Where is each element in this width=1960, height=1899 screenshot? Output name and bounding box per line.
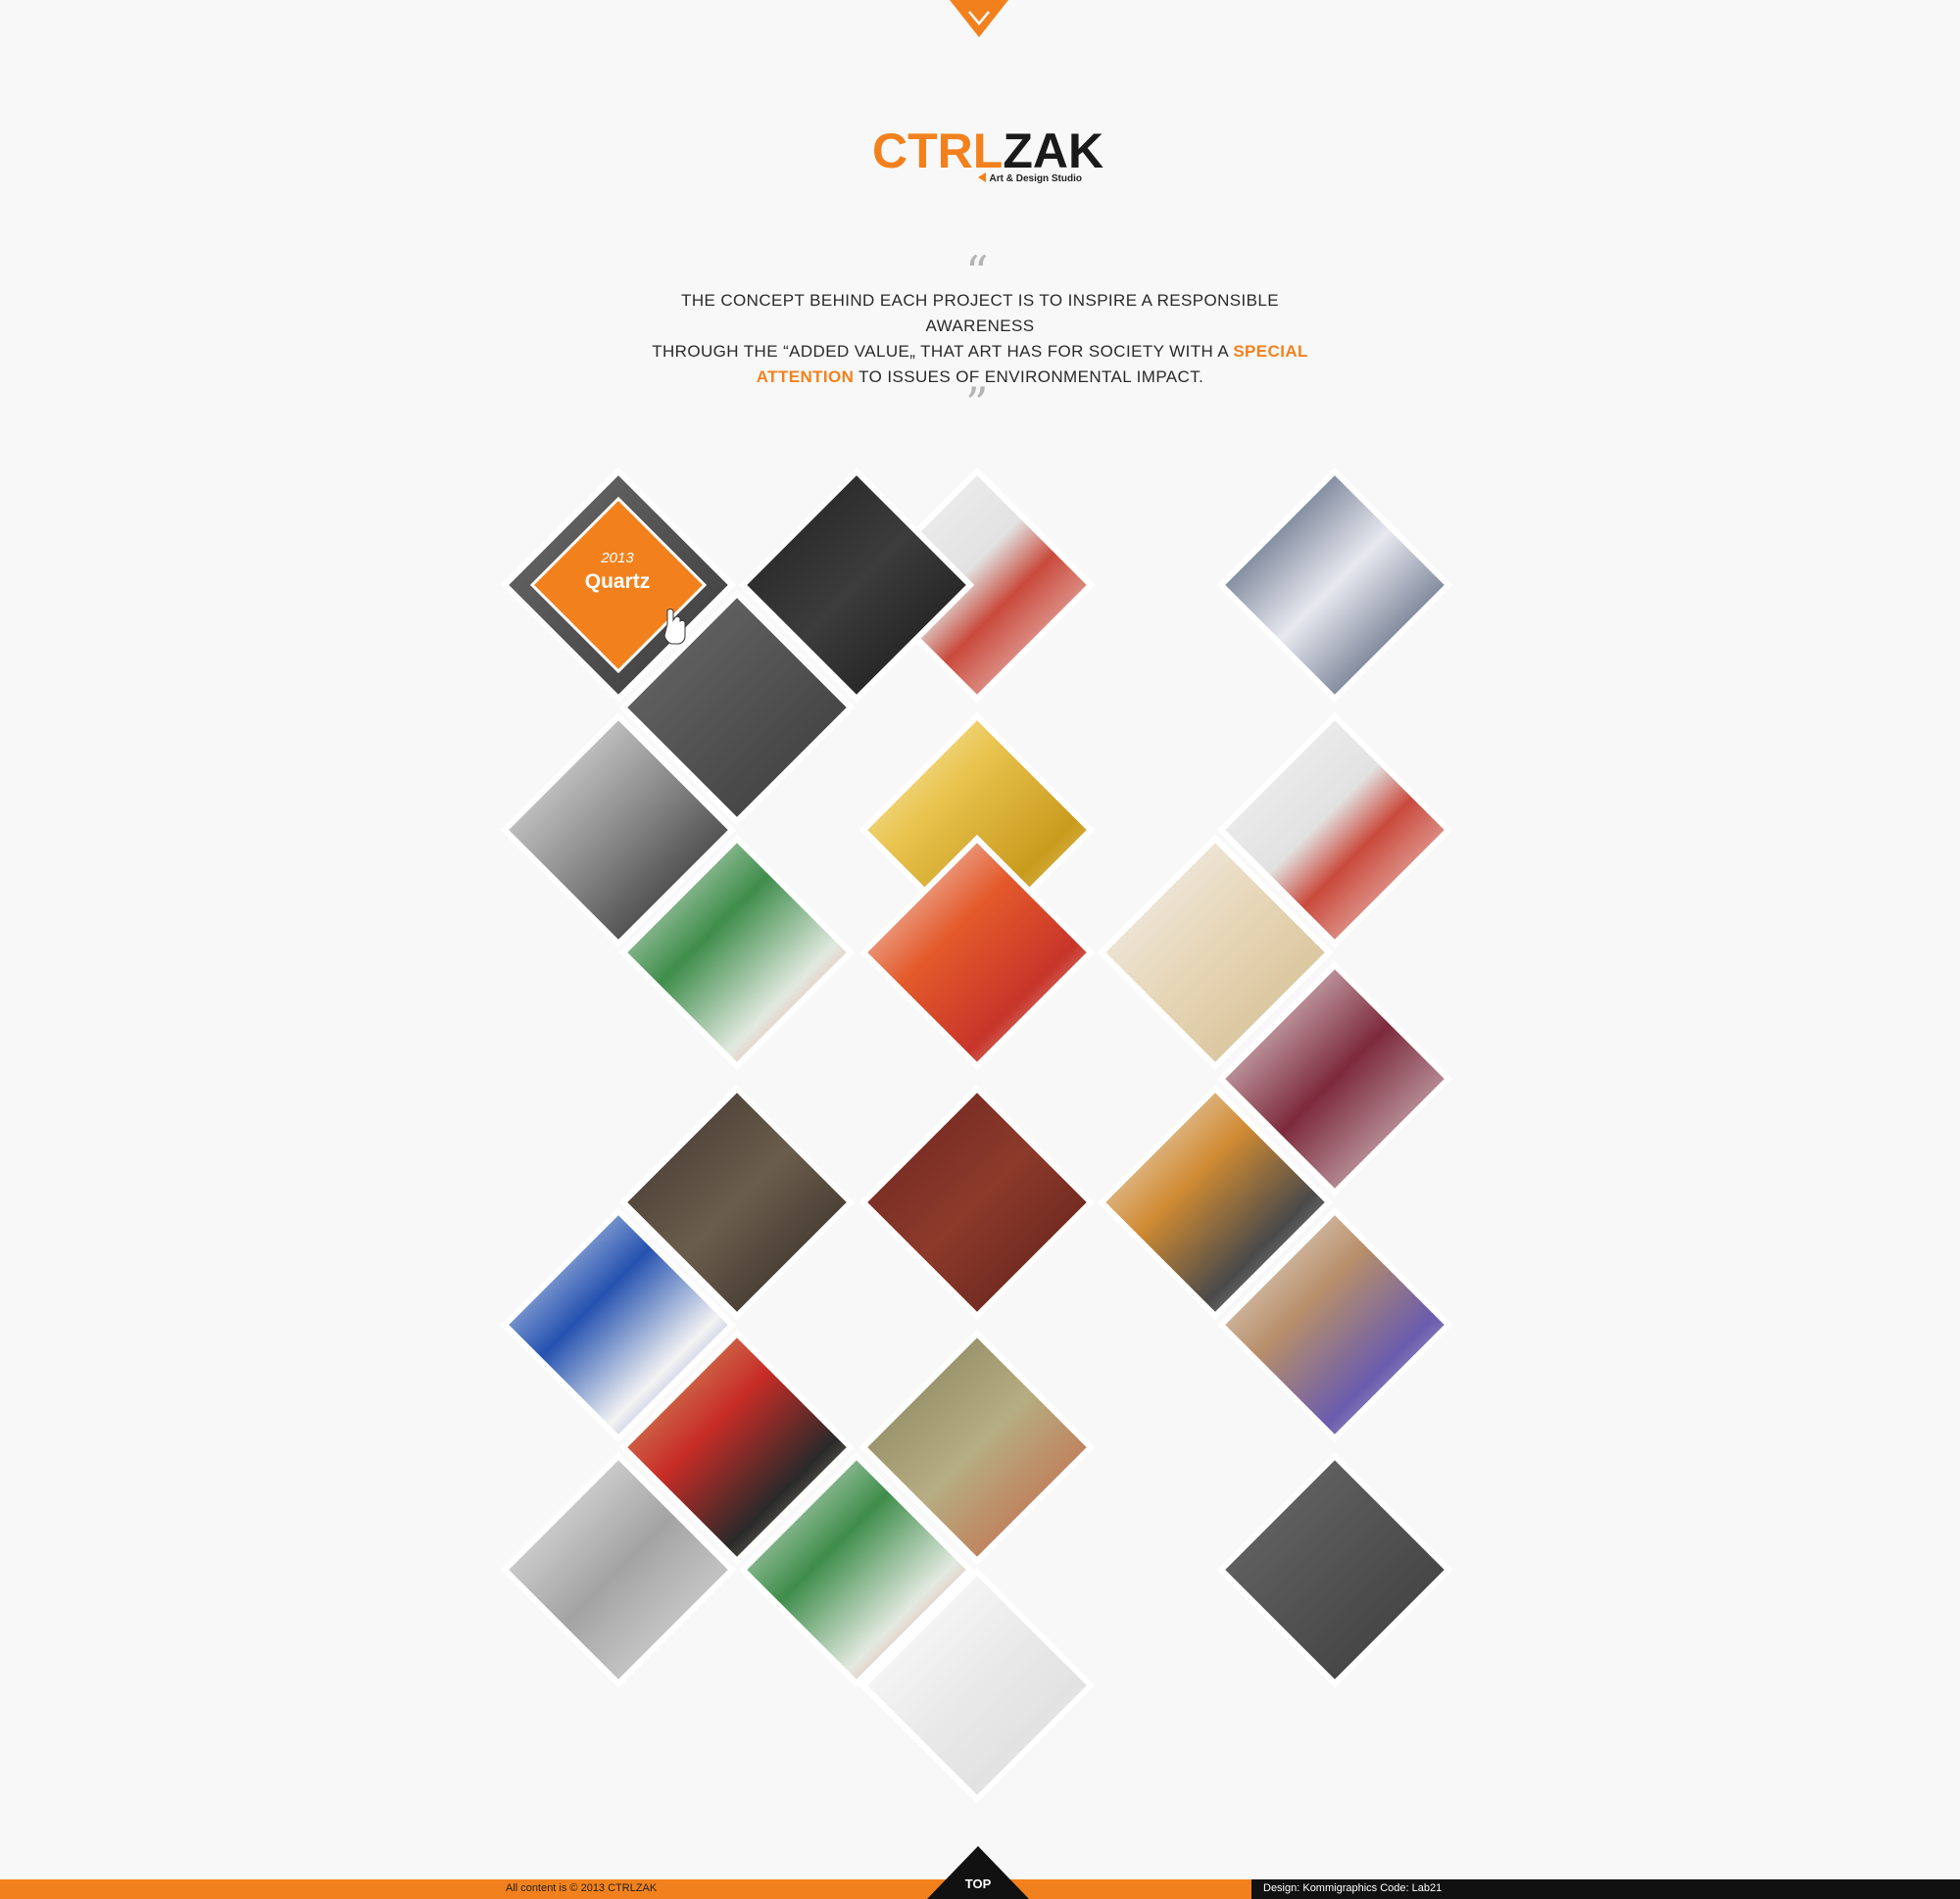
back-to-top-button[interactable]: TOP — [927, 1846, 1029, 1899]
copyright: All content is © 2013 CTRLZAK — [506, 1882, 658, 1894]
page: CTRLZAK Art & Design Studio “ THE CONCEP… — [0, 0, 1960, 1899]
project-tile-damask-textile[interactable] — [1216, 466, 1453, 704]
credits-bar: Design: Kommigraphics Code: Lab21 — [1251, 1879, 1960, 1899]
highlight-special: SPECIAL — [1233, 342, 1308, 361]
menu-toggle[interactable] — [950, 0, 1008, 39]
logo-tagline: Art & Design Studio — [977, 172, 1082, 184]
mission-statement: THE CONCEPT BEHIND EACH PROJECT IS TO IN… — [652, 291, 1308, 386]
project-tile-red-fabric[interactable] — [858, 1084, 1096, 1321]
triangle-icon — [977, 172, 986, 182]
top-label: TOP — [964, 1876, 992, 1891]
project-tile-geisha-performer[interactable] — [858, 834, 1096, 1071]
featured-project-highlight[interactable] — [529, 496, 708, 674]
logo-zak: ZAK — [1003, 123, 1104, 178]
project-tile-quartz-project[interactable] — [1216, 1451, 1453, 1688]
logo-ctrl: CTRL — [872, 123, 1004, 178]
credits: Design: Kommigraphics Code: Lab21 — [1263, 1882, 1443, 1894]
logo[interactable]: CTRLZAK Art & Design Studio — [872, 123, 1104, 184]
quote-close-icon: ” — [965, 377, 989, 430]
quote-open-icon: “ — [965, 246, 989, 299]
highlight-attention: ATTENTION — [756, 367, 855, 386]
